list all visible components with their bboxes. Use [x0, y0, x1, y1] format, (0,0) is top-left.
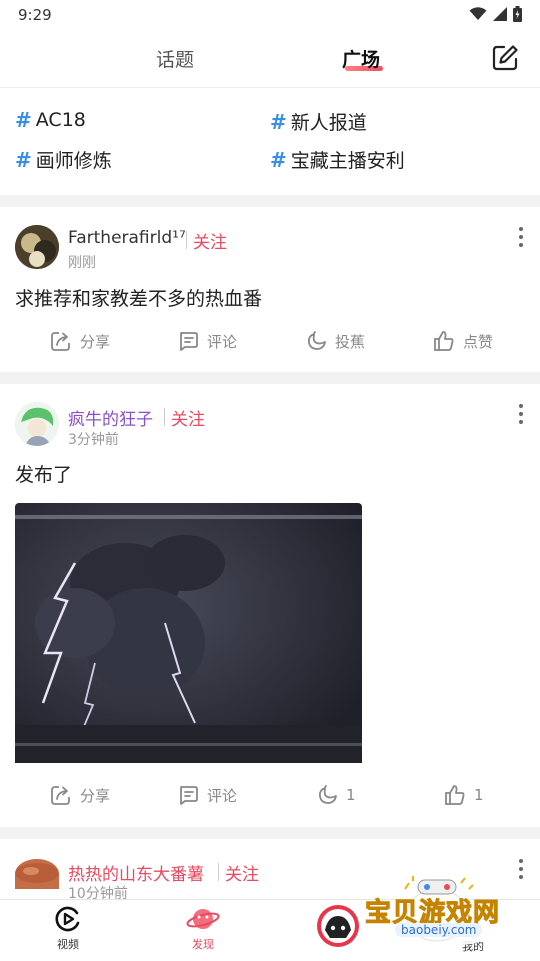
- comment-button[interactable]: 评论: [177, 784, 237, 806]
- banana-label: 投蕉: [335, 332, 366, 351]
- follow-button[interactable]: 关注: [193, 228, 227, 253]
- avatar[interactable]: [15, 859, 59, 889]
- topic-label: 宝藏主播安利: [290, 150, 405, 172]
- post-text: 求推荐和家教差不多的热血番: [15, 288, 263, 310]
- status-bar: 9:29: [0, 0, 540, 30]
- topic-label: 画师修炼: [35, 150, 112, 172]
- video-play-icon: [55, 906, 80, 932]
- username[interactable]: 疯牛的狂子: [68, 405, 153, 430]
- comment-label: 评论: [207, 332, 238, 351]
- like-count: 1: [474, 786, 484, 804]
- follow-button[interactable]: 关注: [171, 405, 205, 430]
- post-card: 疯牛的狂子 关注 3分钟前 发布了 分享 评论 1 1: [0, 384, 540, 827]
- divider: [164, 408, 165, 426]
- username[interactable]: 热热的山东大番薯: [68, 860, 204, 885]
- post-text: 发布了: [15, 464, 73, 486]
- battery-icon: [513, 6, 522, 22]
- post-time: 刚刚: [68, 255, 96, 271]
- like-button[interactable]: 点赞: [433, 330, 493, 352]
- status-time: 9:29: [18, 6, 52, 24]
- comment-label: 评论: [207, 786, 238, 805]
- comment-icon: [180, 786, 198, 805]
- top-header: 话题 广场: [0, 30, 540, 88]
- topic-label: 新人报道: [290, 112, 367, 134]
- watermark: 宝贝游戏网 baobeiy.com: [364, 875, 515, 950]
- like-button[interactable]: 1: [444, 784, 484, 806]
- banana-count: 1: [346, 786, 356, 804]
- more-icon[interactable]: [511, 403, 531, 425]
- banana-icon: [319, 785, 337, 804]
- signal-icon: [493, 7, 507, 21]
- post-time: 3分钟前: [68, 432, 119, 448]
- banana-button[interactable]: 1: [316, 784, 356, 806]
- tab-square[interactable]: 广场: [342, 45, 380, 72]
- thumbs-up-icon: [434, 331, 454, 351]
- nav-video[interactable]: 视频: [38, 905, 98, 952]
- wifi-icon: [469, 7, 487, 20]
- hash-icon: #: [270, 147, 287, 172]
- divider: [218, 863, 219, 881]
- divider: [186, 231, 187, 249]
- topic-tag[interactable]: # 新人报道: [270, 108, 367, 135]
- nav-label: 视频: [57, 938, 79, 951]
- like-label: 点赞: [463, 332, 494, 351]
- share-label: 分享: [80, 786, 111, 805]
- share-button[interactable]: 分享: [50, 330, 110, 352]
- topic-label: AC18: [35, 109, 86, 131]
- topic-tag[interactable]: # AC18: [15, 108, 86, 132]
- avatar[interactable]: [15, 402, 59, 446]
- nav-discover[interactable]: 发现: [173, 905, 233, 952]
- share-button[interactable]: 分享: [50, 784, 110, 806]
- status-icons: [469, 6, 522, 22]
- tab-topics[interactable]: 话题: [156, 45, 194, 72]
- share-icon: [51, 786, 70, 805]
- banana-icon: [308, 331, 326, 350]
- planet-icon: [186, 909, 220, 929]
- hash-icon: #: [270, 109, 287, 134]
- post-image[interactable]: [15, 503, 362, 763]
- topic-tags: # AC18 # 新人报道 # 画师修炼 # 宝藏主播安利: [0, 88, 540, 195]
- watermark-url: baobeiy.com: [395, 923, 483, 937]
- share-icon: [51, 332, 70, 351]
- topic-tag[interactable]: # 画师修炼: [15, 146, 112, 173]
- hash-icon: #: [15, 147, 32, 172]
- more-icon[interactable]: [511, 226, 531, 248]
- avatar[interactable]: [15, 225, 59, 269]
- thumbs-up-icon: [445, 785, 465, 805]
- banana-button[interactable]: 投蕉: [305, 330, 365, 352]
- hash-icon: #: [15, 108, 32, 132]
- comment-icon: [180, 332, 198, 351]
- comment-button[interactable]: 评论: [177, 330, 237, 352]
- post-card: Fartherafirld¹⁷ 关注 刚刚 求推荐和家教差不多的热血番 分享 评…: [0, 207, 540, 372]
- topic-tag[interactable]: # 宝藏主播安利: [270, 146, 405, 173]
- follow-button[interactable]: 关注: [225, 860, 259, 885]
- edit-icon[interactable]: [490, 43, 520, 73]
- username[interactable]: Fartherafirld¹⁷: [68, 228, 186, 248]
- nav-label: 发现: [192, 938, 214, 951]
- share-label: 分享: [80, 332, 111, 351]
- center-app-icon[interactable]: [316, 904, 360, 948]
